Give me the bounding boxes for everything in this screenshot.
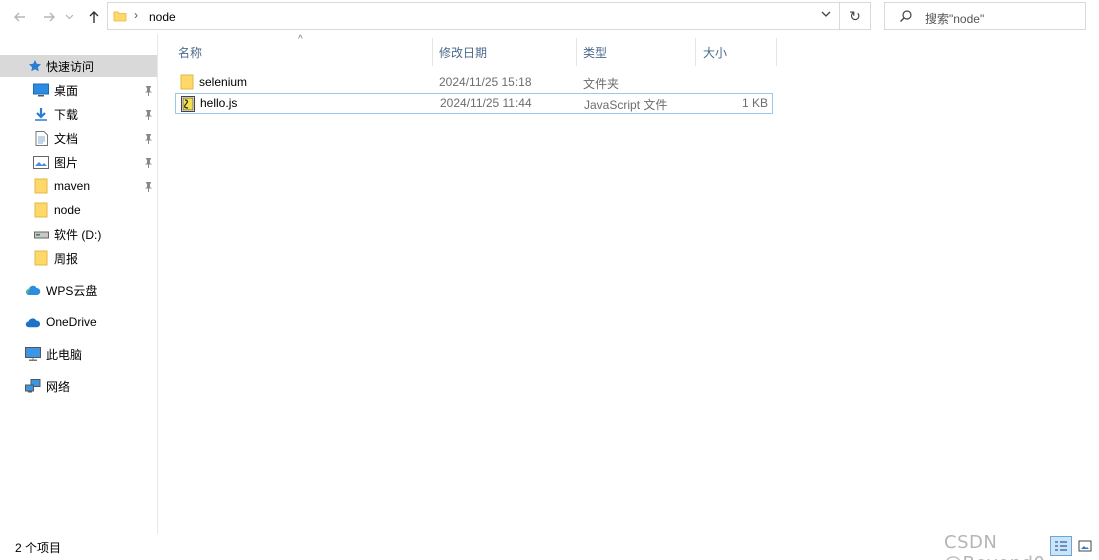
refresh-button[interactable]: ↻ [840, 2, 871, 30]
navigation-pane: 快速访问 桌面 下载 文档 图片 maven node 软件 (D:) 周报 W… [0, 34, 158, 534]
breadcrumb-node[interactable]: node [149, 10, 176, 24]
folder-icon [33, 250, 49, 266]
up-button[interactable] [83, 6, 105, 28]
pin-icon[interactable] [142, 107, 154, 121]
network-icon [25, 378, 41, 394]
file-name: selenium [199, 75, 248, 89]
file-row-hello-js[interactable]: hello.js 2024/11/25 11:44 JavaScript 文件 … [175, 93, 773, 114]
folder-icon [33, 202, 49, 218]
drive-icon [33, 226, 49, 242]
sidebar-item-label: 此电脑 [46, 347, 83, 362]
pin-icon[interactable] [142, 155, 154, 169]
pin-icon[interactable] [142, 83, 154, 97]
sidebar-item-label: WPS云盘 [46, 283, 98, 298]
column-divider[interactable] [576, 38, 577, 66]
refresh-icon: ↻ [849, 7, 861, 24]
item-count: 2 个项目 [15, 541, 62, 555]
column-divider[interactable] [695, 38, 696, 66]
file-size: 1 KB [741, 96, 768, 110]
file-date: 2024/11/25 11:44 [440, 96, 532, 110]
sidebar-item-label: 软件 (D:) [54, 227, 102, 242]
file-row-selenium[interactable]: selenium 2024/11/25 15:18 文件夹 [175, 72, 773, 93]
sidebar-item-label: node [54, 203, 81, 217]
sidebar-item-desktop[interactable]: 桌面 [0, 79, 157, 101]
file-name: hello.js [200, 96, 238, 110]
sidebar-item-node[interactable]: node [0, 199, 157, 221]
sidebar-item-maven[interactable]: maven [0, 175, 157, 197]
status-bar: 2 个项目 [0, 534, 1099, 560]
star-icon [27, 58, 43, 74]
js-file-icon [181, 96, 195, 115]
sidebar-item-documents[interactable]: 文档 [0, 127, 157, 149]
sidebar-item-downloads[interactable]: 下载 [0, 103, 157, 125]
sidebar-item-label: 下载 [54, 107, 79, 122]
file-type: JavaScript 文件 [584, 98, 668, 112]
search-placeholder: 搜索"node" [925, 12, 985, 26]
column-header-size[interactable]: 大小 [703, 38, 727, 66]
wps-cloud-icon [25, 282, 41, 298]
onedrive-icon [25, 314, 41, 330]
desktop-icon [33, 82, 49, 98]
sidebar-item-weekly-report[interactable]: 周报 [0, 247, 157, 269]
chevron-down-icon [65, 14, 73, 20]
file-date: 2024/11/25 15:18 [439, 75, 532, 89]
sidebar-item-quick-access[interactable]: 快速访问 [0, 55, 157, 77]
navigation-bar: › node ↻ 搜索"node" [0, 0, 1099, 34]
sidebar-item-drive-d[interactable]: 软件 (D:) [0, 223, 157, 245]
forward-button[interactable] [38, 6, 60, 28]
pin-icon[interactable] [142, 131, 154, 145]
sidebar-item-label: 文档 [54, 131, 79, 146]
sidebar-item-wps-cloud[interactable]: WPS云盘 [0, 279, 157, 301]
recent-locations-button[interactable] [62, 6, 76, 28]
pin-icon[interactable] [142, 179, 154, 193]
file-list-view[interactable]: ^ 名称 修改日期 类型 大小 selenium 2024/11/25 15:1… [159, 34, 1099, 534]
search-box[interactable]: 搜索"node" [884, 2, 1086, 30]
picture-icon [33, 154, 49, 170]
sidebar-item-label: OneDrive [46, 315, 97, 329]
folder-icon [113, 9, 127, 26]
breadcrumb-separator[interactable]: › [134, 8, 138, 22]
sidebar-item-label: 快速访问 [46, 59, 95, 74]
chevron-down-icon [821, 11, 831, 17]
up-arrow-icon [89, 11, 99, 23]
column-header-type[interactable]: 类型 [583, 38, 607, 66]
column-divider[interactable] [432, 38, 433, 66]
sidebar-item-network[interactable]: 网络 [0, 375, 157, 397]
back-arrow-icon [14, 12, 25, 22]
column-header-name[interactable]: 名称 [178, 38, 202, 66]
sidebar-item-onedrive[interactable]: OneDrive [0, 311, 157, 333]
column-header-date[interactable]: 修改日期 [439, 38, 487, 66]
address-dropdown-button[interactable] [821, 9, 831, 22]
search-icon [899, 9, 913, 26]
folder-icon [33, 178, 49, 194]
folder-icon [180, 74, 194, 93]
sidebar-item-label: 图片 [54, 155, 79, 170]
file-type: 文件夹 [583, 77, 620, 91]
sidebar-item-label: 桌面 [54, 83, 79, 98]
sidebar-item-this-pc[interactable]: 此电脑 [0, 343, 157, 365]
download-icon [33, 106, 49, 122]
sidebar-item-label: 网络 [46, 379, 71, 394]
sidebar-item-pictures[interactable]: 图片 [0, 151, 157, 173]
watermark: CSDN @Beyond0 [944, 532, 1045, 560]
sort-ascending-icon: ^ [298, 34, 303, 45]
document-icon [33, 130, 49, 146]
sidebar-item-label: 周报 [54, 251, 79, 266]
forward-arrow-icon [44, 12, 55, 22]
address-bar[interactable]: › node [107, 2, 840, 30]
column-divider[interactable] [776, 38, 777, 66]
computer-icon [25, 346, 41, 362]
sidebar-item-label: maven [54, 179, 91, 193]
back-button[interactable] [9, 6, 31, 28]
